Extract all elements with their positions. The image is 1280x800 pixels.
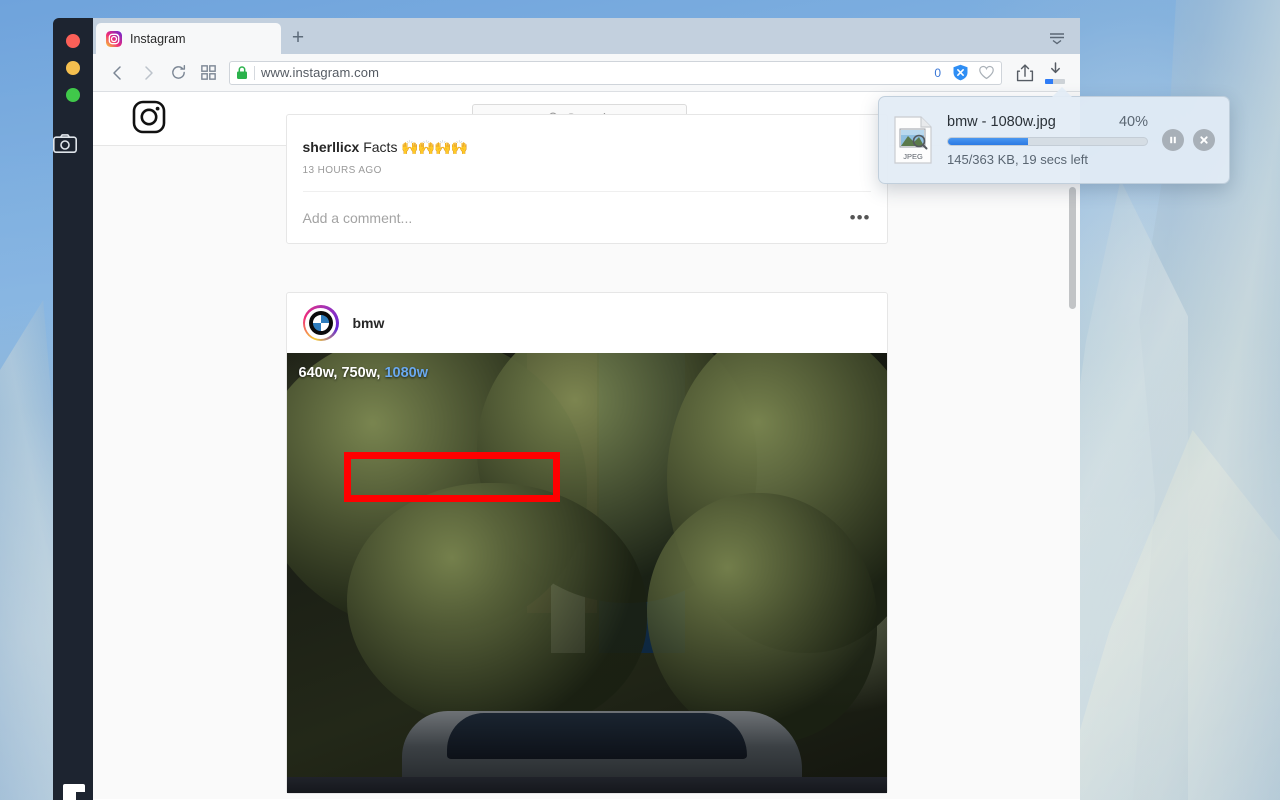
tab-strip: Instagram + [93,18,1080,54]
post-card-partial: sherllicx Facts 🙌🙌🙌🙌 13 HOURS AGO Add a … [286,114,888,244]
download-popover: JPEG bmw - 1080w.jpg 40% 145/363 KB, 19 … [878,96,1230,184]
browser-toolbar: www.instagram.com 0 [93,54,1080,92]
reload-button[interactable] [163,58,193,88]
instagram-favicon [106,31,122,47]
url-text: www.instagram.com [261,65,928,80]
close-circle-icon[interactable] [1193,129,1215,151]
blocked-count: 0 [934,66,943,80]
post-timestamp: 13 HOURS AGO [303,156,871,191]
sidebar-bottom-indicator [63,784,85,800]
bmw-roundel-avatar [308,310,334,336]
comment-emoji: 🙌🙌🙌🙌 [401,139,467,155]
heart-outline-icon[interactable] [978,64,995,81]
photo-foliage [347,483,647,733]
download-info: bmw - 1080w.jpg 40% 145/363 KB, 19 secs … [947,114,1148,167]
new-tab-button[interactable]: + [281,23,315,54]
hamburger-menu-icon[interactable] [1044,27,1070,49]
window-close-button[interactable] [66,34,80,48]
download-popover-arrow [1052,87,1072,97]
comment-line: sherllicx Facts 🙌🙌🙌🙌 [303,115,871,156]
srcset-overlay: 640w, 750w, 1080w [287,362,443,384]
address-bar[interactable]: www.instagram.com 0 [229,61,1002,85]
jpeg-file-icon: JPEG [893,116,933,164]
url-divider [254,66,255,80]
comment-text: Facts [359,139,401,155]
page-content: Search sherllicx Facts 🙌🙌🙌🙌 13 HOURS AGO… [93,92,1080,799]
lock-icon [236,66,248,80]
shield-block-icon[interactable] [952,64,969,81]
photo-car-windows [447,713,747,759]
forward-button[interactable] [133,58,163,88]
download-progress-mini-fill [1045,79,1053,84]
post-image[interactable]: 640w, 750w, 1080w [287,353,887,793]
add-comment-placeholder: Add a comment... [303,210,413,226]
download-filename: bmw - 1080w.jpg [947,114,1056,130]
download-percent: 40% [1119,114,1148,130]
page-scrollbar-thumb[interactable] [1069,187,1076,309]
tabs-overview-button[interactable] [193,58,223,88]
comment-username[interactable]: sherllicx [303,139,360,155]
srcset-sizes: 640w, 750w, [299,365,385,381]
download-progress-fill [948,138,1028,145]
pause-icon[interactable] [1162,129,1184,151]
post-header: bmw [287,293,887,353]
download-status: 145/363 KB, 19 secs left [947,152,1148,167]
post-card-bmw: bmw 64 [286,292,888,794]
add-comment-row[interactable]: Add a comment... ••• [303,191,871,243]
instagram-feed: sherllicx Facts 🙌🙌🙌🙌 13 HOURS AGO Add a … [93,114,1080,794]
file-type-label: JPEG [903,152,923,161]
download-arrow-icon[interactable] [1040,58,1070,88]
photo-foliage [647,493,877,743]
window-maximize-button[interactable] [66,88,80,102]
window-minimize-button[interactable] [66,61,80,75]
desktop-background: Instagram + [0,0,1280,800]
camera-icon[interactable] [53,134,77,153]
tab-instagram[interactable]: Instagram [96,23,281,54]
page-scrollbar[interactable] [1065,92,1080,799]
app-sidebar [53,18,93,800]
ellipsis-icon[interactable]: ••• [850,209,871,226]
avatar[interactable] [303,305,339,341]
tab-title: Instagram [130,32,186,46]
post-username[interactable]: bmw [353,315,385,331]
back-button[interactable] [103,58,133,88]
download-progress-bar [947,137,1148,146]
share-upload-icon[interactable] [1010,58,1040,88]
download-controls [1162,129,1215,151]
download-progress-mini [1045,79,1065,84]
photo-road [287,777,887,793]
srcset-active-link[interactable]: 1080w [384,365,428,381]
